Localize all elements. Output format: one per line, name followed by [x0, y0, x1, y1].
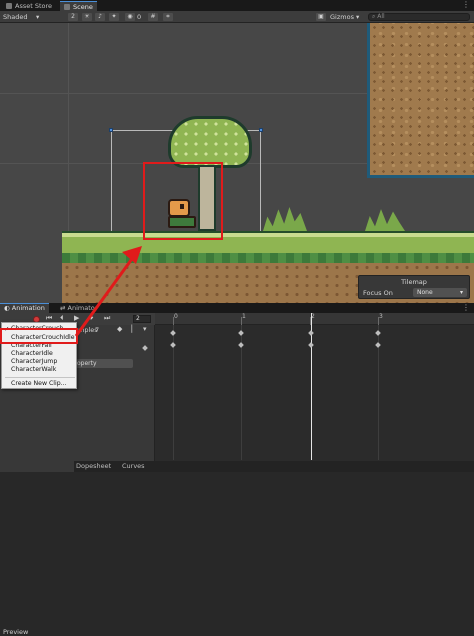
last-keyframe-icon[interactable]: ⏭	[104, 314, 110, 323]
visibility-icon[interactable]: ◉	[125, 13, 135, 21]
menu-item-character-idle[interactable]: CharacterIdle	[11, 350, 53, 357]
animation-more-icon[interactable]: ⋮	[462, 303, 470, 313]
grass-bush-sprite	[263, 207, 307, 231]
menu-item-character-jump[interactable]: CharacterJump	[11, 358, 57, 365]
tilemap-title: Tilemap	[401, 278, 427, 286]
lighting-icon[interactable]: ☀	[82, 13, 92, 21]
tab-animation-label: Animation	[11, 304, 45, 312]
chevron-down-icon: ▾	[459, 289, 463, 296]
ground-grass-tiles	[62, 231, 474, 253]
bounds-handle[interactable]	[109, 128, 113, 132]
frame-input[interactable]: 2	[133, 315, 151, 323]
2d-toggle-button[interactable]: 2	[68, 13, 78, 21]
character-highlight-box	[143, 162, 223, 240]
hidden-count: 0	[137, 13, 142, 21]
tick-label-1: 1	[242, 313, 246, 320]
dirt-wall-tiles	[367, 23, 474, 178]
tick-label-0: 0	[174, 313, 178, 320]
tab-asset-store[interactable]: Asset Store	[2, 1, 56, 11]
tree-canopy-sprite	[168, 116, 252, 168]
view-mode-tabs: Dopesheet Curves	[74, 461, 474, 472]
tab-animator-label: Animator	[67, 304, 98, 312]
tab-animator[interactable]: ⇄ Animator	[56, 303, 101, 313]
scene-search-input[interactable]: ⌕ All	[368, 13, 470, 21]
audio-icon[interactable]: ♪	[95, 13, 105, 21]
menu-highlight-box	[0, 328, 78, 344]
bounds-handle[interactable]	[259, 128, 263, 132]
tab-dopesheet[interactable]: Dopesheet	[76, 462, 111, 470]
animation-icon: ◐	[4, 304, 12, 312]
menu-item-create-new-clip[interactable]: Create New Clip...	[11, 380, 67, 387]
editor-tab-bar: Asset Store Scene ⋮	[0, 0, 474, 11]
focus-on-label: Focus On	[363, 289, 393, 297]
grid-icon[interactable]: #	[148, 13, 158, 21]
play-icon[interactable]: ▶	[74, 314, 79, 322]
animator-icon: ⇄	[60, 304, 68, 312]
filter-icon[interactable]: ▾	[143, 325, 147, 333]
preview-label[interactable]: Preview	[3, 628, 28, 636]
dopesheet-area[interactable]	[155, 313, 474, 472]
tilemap-overlay-panel: Tilemap Focus On None ▾	[358, 275, 470, 299]
tick-label-3: 3	[379, 313, 383, 320]
chevron-down-icon[interactable]: ▾	[36, 12, 39, 22]
tab-curves[interactable]: Curves	[122, 462, 145, 470]
add-event-icon[interactable]: ⎮	[130, 325, 134, 333]
shading-mode-dropdown[interactable]: Shaded	[3, 12, 27, 22]
add-keyframe-icon[interactable]: ◆	[117, 325, 122, 333]
focus-on-value: None	[417, 289, 433, 296]
scene-view[interactable]: Tilemap Focus On None ▾	[0, 23, 474, 303]
tab-animation[interactable]: ◐ Animation	[0, 303, 49, 313]
samples-input[interactable]: 7	[95, 326, 99, 334]
animation-tab-bar: ◐ Animation ⇄ Animator ⋮	[0, 303, 474, 313]
focus-on-select[interactable]: None ▾	[413, 288, 467, 297]
next-keyframe-icon[interactable]: ⏵	[90, 314, 94, 323]
menu-item-character-walk[interactable]: CharacterWalk	[11, 366, 56, 373]
menu-divider	[5, 377, 75, 378]
tab-asset-store-label: Asset Store	[15, 2, 53, 10]
gizmos-dropdown[interactable]: Gizmos	[330, 12, 354, 22]
asset-store-icon	[6, 3, 12, 9]
effects-icon[interactable]: ✦	[109, 13, 119, 21]
scene-toolbar: Shaded ▾ 2 ☀ ♪ ✦ ◉ 0 # ⌗ ▣ Gizmos ▾ ⌕ Al…	[0, 11, 474, 23]
ground-edge-tiles	[62, 253, 474, 263]
add-property-button[interactable]: operty	[73, 359, 133, 368]
camera-icon[interactable]: ▣	[316, 13, 326, 21]
grass-bush-sprite	[365, 209, 405, 231]
gizmos-chevron-icon[interactable]: ▾	[356, 12, 359, 22]
more-options-icon[interactable]: ⋮	[462, 0, 470, 10]
tab-scene[interactable]: Scene	[60, 1, 97, 11]
timeline-ruler[interactable]: 0 1 2 3	[155, 313, 474, 325]
snap-icon[interactable]: ⌗	[163, 13, 173, 21]
tab-scene-label: Scene	[73, 3, 93, 11]
search-placeholder: All	[377, 13, 385, 20]
scene-icon	[64, 4, 70, 10]
